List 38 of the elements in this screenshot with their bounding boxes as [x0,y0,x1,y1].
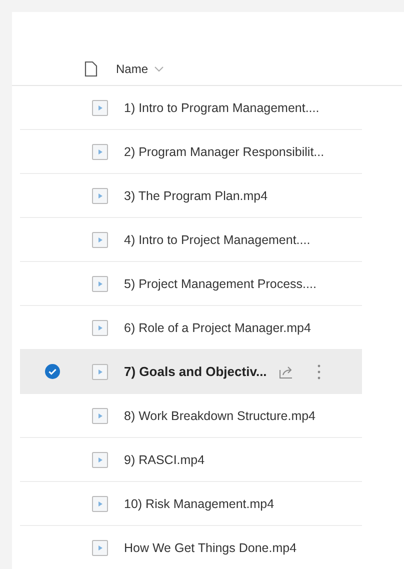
checkmark-icon[interactable] [44,364,60,379]
video-file-icon [92,188,108,204]
file-name[interactable]: 5) Project Management Process.... [124,276,316,290]
file-row[interactable]: 7) Goals and Objectiv... [20,350,362,394]
more-options-icon[interactable] [316,364,321,380]
video-file-icon [92,496,108,512]
video-file-icon [92,144,108,160]
video-file-icon [92,232,108,248]
file-name[interactable]: 3) The Program Plan.mp4 [124,188,268,202]
file-row[interactable]: How We Get Things Done.mp4 [20,526,362,569]
file-row[interactable]: 1) Intro to Program Management.... [20,86,362,130]
caret-icon [154,66,164,72]
file-name[interactable]: 10) Risk Management.mp4 [124,496,274,510]
file-name[interactable]: How We Get Things Done.mp4 [124,540,297,554]
video-file-icon [92,408,108,424]
video-file-icon [92,320,108,336]
file-name[interactable]: 1) Intro to Program Management.... [124,100,320,114]
file-row[interactable]: 10) Risk Management.mp4 [20,482,362,526]
file-name[interactable]: 2) Program Manager Responsibilit... [124,144,324,158]
file-icon [84,60,98,76]
video-file-icon [92,276,108,292]
name-column-header[interactable]: Name [116,62,164,76]
file-name[interactable]: 9) RASCI.mp4 [124,452,205,466]
share-icon[interactable] [278,364,295,378]
file-name[interactable]: 7) Goals and Objectiv... [124,364,267,379]
file-row[interactable]: 8) Work Breakdown Structure.mp4 [20,394,362,438]
file-row[interactable]: 2) Program Manager Responsibilit... [20,130,362,174]
file-name[interactable]: 4) Intro to Project Management.... [124,232,310,246]
video-file-icon [92,540,108,556]
file-row[interactable]: 9) RASCI.mp4 [20,438,362,482]
file-row[interactable]: 5) Project Management Process.... [20,262,362,306]
file-name[interactable]: 8) Work Breakdown Structure.mp4 [124,408,316,422]
file-row[interactable]: 3) The Program Plan.mp4 [20,174,362,218]
video-file-icon [92,452,108,468]
video-file-icon [92,364,108,380]
file-row[interactable]: 4) Intro to Project Management.... [20,218,362,262]
file-name[interactable]: 6) Role of a Project Manager.mp4 [124,320,311,334]
video-file-icon [92,100,108,116]
